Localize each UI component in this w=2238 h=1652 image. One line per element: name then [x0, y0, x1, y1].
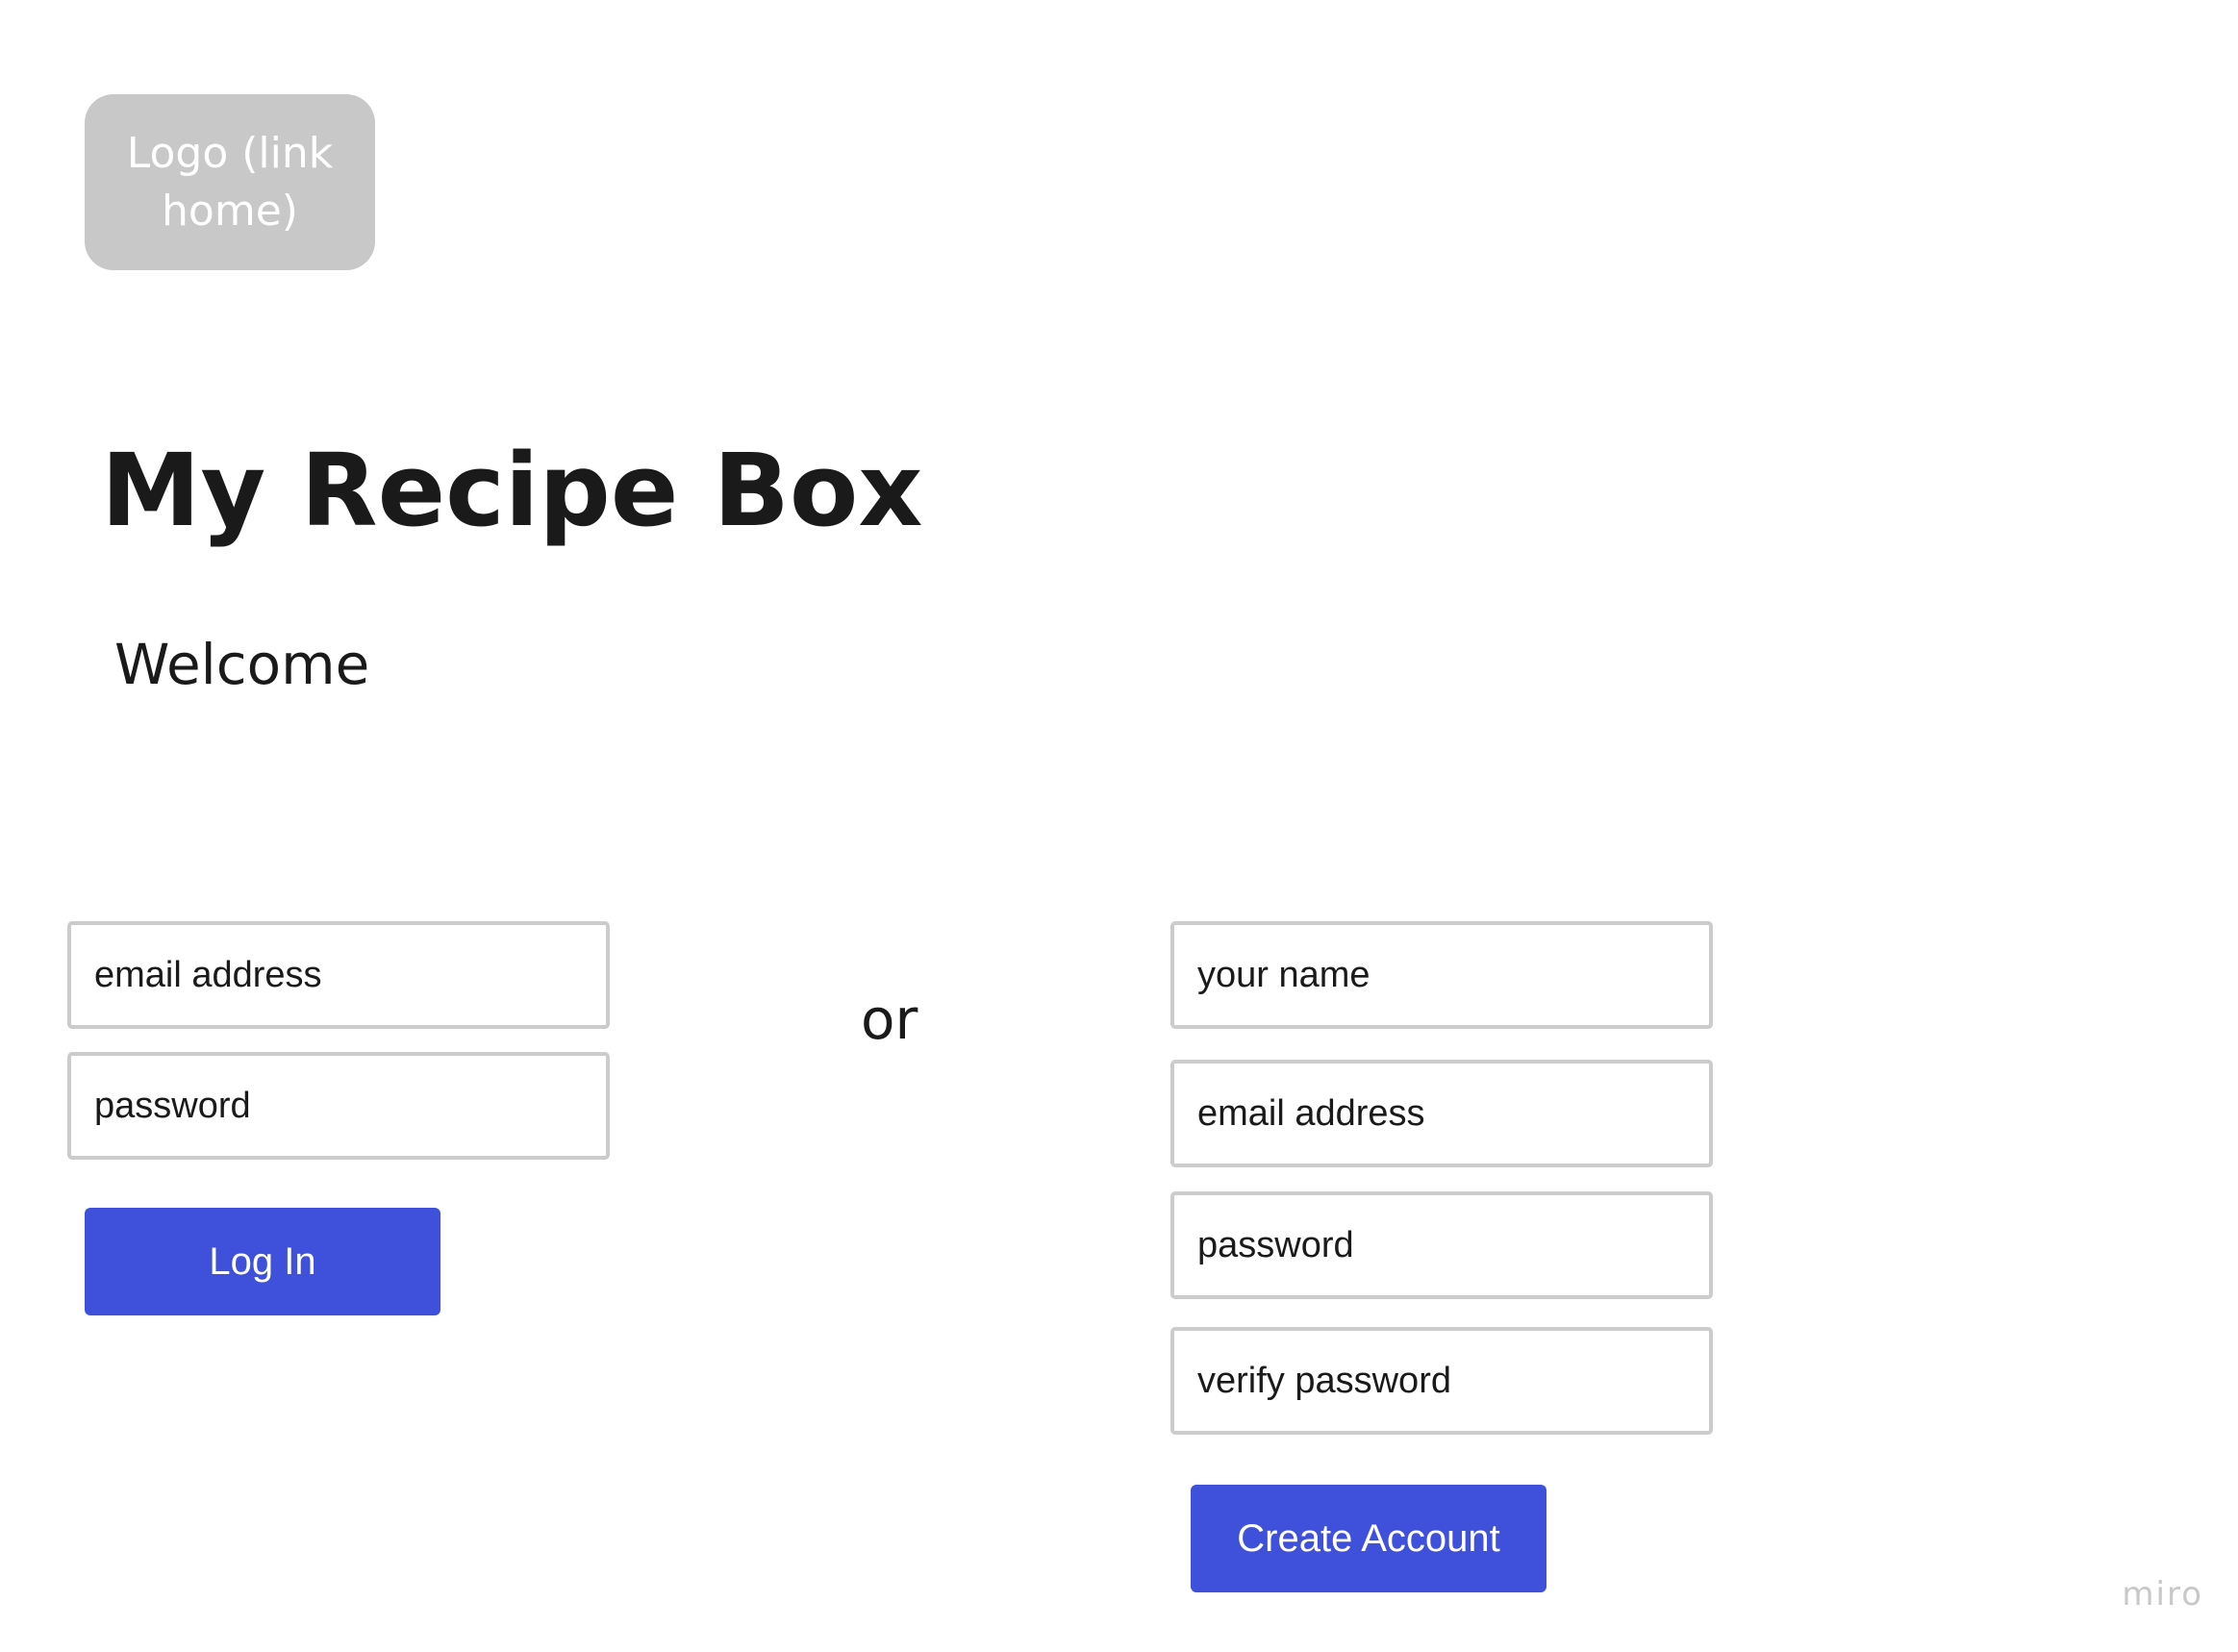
signup-password-input[interactable] — [1170, 1191, 1713, 1299]
welcome-text: Welcome — [114, 632, 370, 697]
login-button[interactable]: Log In — [85, 1208, 440, 1315]
signup-name-input[interactable] — [1170, 921, 1713, 1029]
or-separator: or — [861, 987, 918, 1052]
login-email-input[interactable] — [67, 921, 610, 1029]
login-password-input[interactable] — [67, 1052, 610, 1160]
miro-watermark: miro — [2122, 1575, 2203, 1614]
logo-label: Logo (link home) — [126, 128, 334, 236]
logo-home-link[interactable]: Logo (link home) — [85, 94, 375, 270]
create-account-button[interactable]: Create Account — [1191, 1485, 1546, 1592]
page-title: My Recipe Box — [101, 432, 923, 549]
signup-verify-password-input[interactable] — [1170, 1327, 1713, 1435]
signup-email-input[interactable] — [1170, 1060, 1713, 1167]
